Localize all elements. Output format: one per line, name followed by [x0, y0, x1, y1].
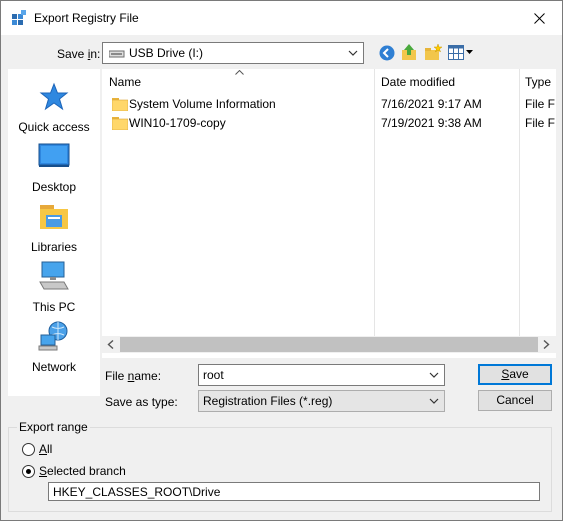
star-icon [39, 82, 69, 111]
save-in-value: USB Drive (I:) [129, 46, 204, 60]
chevron-down-icon[interactable] [429, 371, 439, 379]
desktop-icon [38, 143, 70, 167]
file-date: 7/19/2021 9:38 AM [381, 116, 482, 130]
place-label: Desktop [31, 180, 77, 194]
column-header-date[interactable]: Date modified [381, 69, 455, 93]
usb-drive-icon [109, 50, 125, 58]
save-in-dropdown[interactable]: USB Drive (I:) [102, 42, 364, 64]
export-registry-dialog: Export Registry File Save in: USB Drive … [0, 0, 563, 521]
save-as-type-dropdown[interactable]: Registration Files (*.reg) [198, 390, 445, 412]
radio-all-label: All [39, 442, 53, 456]
file-date: 7/16/2021 9:17 AM [381, 97, 482, 111]
place-network[interactable]: Network [8, 321, 100, 381]
radio-dot [26, 469, 31, 474]
place-label: Quick access [18, 120, 90, 134]
scroll-right-icon[interactable] [543, 340, 550, 349]
scroll-left-icon[interactable] [107, 340, 114, 349]
column-header-type[interactable]: Type [525, 69, 551, 93]
place-label: Libraries [30, 240, 78, 254]
network-icon [38, 321, 68, 351]
places-bar: Quick access Desktop Libraries This PC N… [8, 69, 100, 396]
title-bar: Export Registry File [1, 1, 562, 35]
new-folder-icon[interactable] [424, 44, 442, 61]
file-name-label: File name: [105, 369, 162, 383]
back-arrow-icon[interactable] [379, 45, 395, 61]
chevron-down-icon [348, 50, 358, 56]
file-name: WIN10-1709-copy [129, 116, 226, 130]
place-desktop[interactable]: Desktop [8, 141, 100, 201]
file-type: File F [525, 116, 555, 130]
place-this-pc[interactable]: This PC [8, 261, 100, 321]
folder-icon [112, 117, 128, 130]
chevron-down-icon [429, 398, 439, 404]
up-folder-icon[interactable] [401, 44, 418, 61]
file-name-input[interactable]: root [198, 364, 445, 386]
column-header-name[interactable]: Name [109, 69, 141, 93]
view-menu-button[interactable] [448, 45, 474, 61]
pc-icon [39, 261, 69, 290]
table-row[interactable]: System Volume Information 7/16/2021 9:17… [102, 94, 556, 114]
save-as-type-value: Registration Files (*.reg) [203, 394, 333, 408]
view-grid-icon [448, 45, 464, 60]
cancel-button[interactable]: Cancel [478, 390, 552, 411]
close-button[interactable] [516, 1, 562, 35]
horizontal-scrollbar[interactable] [102, 336, 556, 353]
sort-ascending-icon [235, 70, 244, 75]
save-button[interactable]: Save [478, 364, 552, 385]
place-quick-access[interactable]: Quick access [8, 81, 100, 141]
file-type: File F [525, 97, 555, 111]
selected-branch-value: HKEY_CLASSES_ROOT\Drive [53, 485, 221, 499]
window-title: Export Registry File [34, 11, 139, 25]
file-name: System Volume Information [129, 97, 276, 111]
save-as-type-label: Save as type: [105, 395, 178, 409]
selected-branch-input[interactable]: HKEY_CLASSES_ROOT\Drive [48, 482, 540, 501]
save-in-label: Save in: [57, 47, 101, 61]
file-list[interactable]: Name Date modified Type System Volume In… [102, 69, 556, 358]
place-label: This PC [32, 300, 76, 314]
file-name-value: root [203, 368, 224, 382]
libraries-icon [40, 205, 68, 229]
radio-selected-branch-label: Selected branch [39, 464, 126, 478]
registry-editor-icon [12, 10, 26, 25]
place-label: Network [31, 360, 76, 374]
scrollbar-thumb[interactable] [120, 337, 538, 352]
folder-icon [112, 98, 128, 111]
close-icon [533, 12, 545, 24]
table-row[interactable]: WIN10-1709-copy 7/19/2021 9:38 AM File F [102, 113, 556, 133]
dropdown-arrow-icon [466, 50, 473, 54]
export-range-label: Export range [17, 420, 90, 434]
radio-all[interactable] [22, 443, 35, 456]
radio-selected-branch[interactable] [22, 465, 35, 478]
place-libraries[interactable]: Libraries [8, 201, 100, 261]
